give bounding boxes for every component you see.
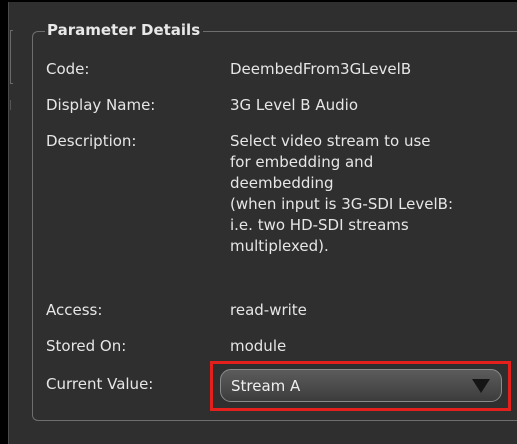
code-value: DeembedFrom3GLevelB <box>230 60 412 78</box>
stored-on-label: Stored On: <box>46 337 127 355</box>
description-line: deembedding <box>230 174 334 192</box>
description-line: Select video stream to use <box>230 132 431 150</box>
display-name-value: 3G Level B Audio <box>230 96 358 114</box>
description-line: (when input is 3G-SDI LevelB: <box>230 195 454 213</box>
display-name-label: Display Name: <box>46 96 156 114</box>
description-label: Description: <box>46 132 137 150</box>
panel-splitter-handle[interactable] <box>10 30 13 84</box>
dropdown-selected-value: Stream A <box>231 377 301 395</box>
description-line: for embedding and <box>230 153 374 171</box>
description-line: i.e. two HD-SDI streams <box>230 216 409 234</box>
panel-edge-mark <box>10 100 11 110</box>
description-value: Select video stream to use for embedding… <box>230 131 510 257</box>
code-label: Code: <box>46 60 90 78</box>
description-line: multiplexed). <box>230 237 329 255</box>
triangle-down-icon[interactable] <box>472 379 490 393</box>
access-value: read-write <box>230 301 307 319</box>
stored-on-value: module <box>230 337 287 355</box>
current-value-label: Current Value: <box>46 375 154 393</box>
current-value-dropdown[interactable]: Stream A <box>220 369 502 402</box>
group-legend: Parameter Details <box>45 20 204 40</box>
access-label: Access: <box>46 301 103 319</box>
